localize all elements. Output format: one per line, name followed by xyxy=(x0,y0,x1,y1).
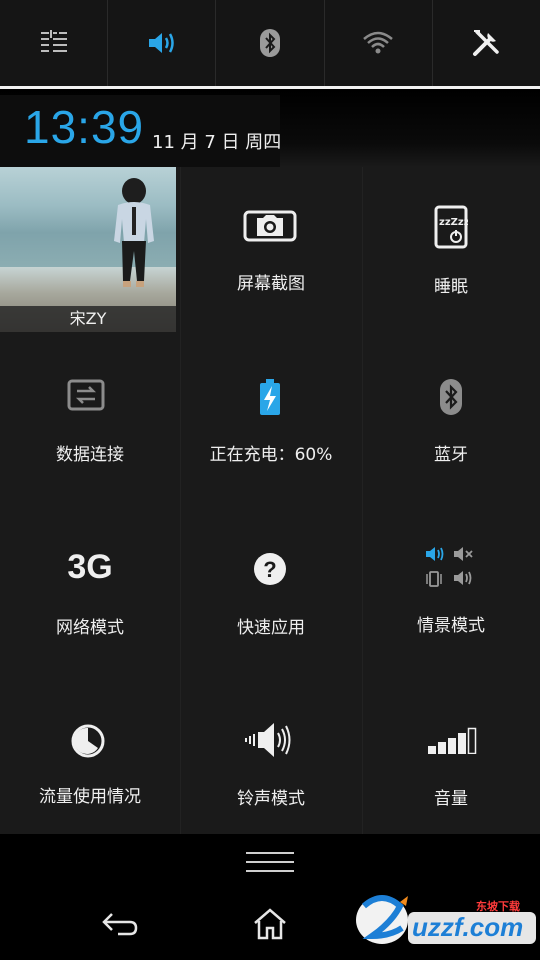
toggle-sound[interactable] xyxy=(108,0,217,86)
pie-chart-icon xyxy=(71,724,105,758)
drag-handle-icon xyxy=(246,852,294,872)
svg-text:?: ? xyxy=(263,557,276,582)
svg-text:zzZzz: zzZzz xyxy=(439,217,468,228)
tile-ringtone-mode-label: 铃声模式 xyxy=(237,789,305,809)
tile-data-connection[interactable]: 数据连接 xyxy=(0,332,180,502)
speaker-icon xyxy=(245,723,291,757)
tile-ringtone-mode[interactable]: 铃声模式 xyxy=(180,674,362,834)
tile-bluetooth[interactable]: 蓝牙 xyxy=(362,332,540,502)
tile-volume-label: 音量 xyxy=(434,789,468,809)
quick-toggle-bar xyxy=(0,0,540,86)
tile-screenshot-label: 屏幕截图 xyxy=(237,274,305,294)
profile-photo-person xyxy=(114,178,154,287)
home-button[interactable] xyxy=(210,888,330,960)
tile-data-connection-label: 数据连接 xyxy=(56,445,124,465)
sleep-phone-icon: zzZzz xyxy=(434,205,468,249)
tile-scene-mode[interactable]: 情景模式 xyxy=(362,502,540,674)
toggle-wifi[interactable] xyxy=(325,0,433,86)
tile-network-mode[interactable]: 3G 网络模式 xyxy=(0,502,180,674)
profile-tile[interactable]: 宋ZY xyxy=(0,167,176,332)
bluetooth-icon xyxy=(440,379,462,415)
tile-volume[interactable]: 音量 xyxy=(362,674,540,834)
scene-mode-icon xyxy=(426,547,473,587)
tile-network-mode-label: 网络模式 xyxy=(56,618,124,638)
help-circle-icon: ? xyxy=(254,553,286,585)
back-button[interactable] xyxy=(60,888,180,960)
tile-scene-mode-label: 情景模式 xyxy=(417,616,485,636)
toggle-settings-list[interactable] xyxy=(0,0,109,86)
tile-charging-label: 正在充电：60% xyxy=(209,445,333,465)
tile-bluetooth-label: 蓝牙 xyxy=(434,445,468,465)
tile-quick-apps[interactable]: ? 快速应用 xyxy=(180,502,362,674)
toggle-tools[interactable] xyxy=(433,0,540,86)
back-icon xyxy=(102,913,138,936)
watermark-logo: 东坡下载 uzzf.com xyxy=(352,892,540,950)
clock-time[interactable]: 13:39 xyxy=(24,100,144,154)
wifi-icon xyxy=(363,31,394,54)
panel-drag-handle[interactable] xyxy=(0,834,540,889)
tile-traffic-usage[interactable]: 流量使用情况 xyxy=(0,674,180,834)
home-icon xyxy=(254,908,286,940)
clock-date: 11 月 7 日 周四 xyxy=(152,132,282,153)
tile-sleep-label: 睡眠 xyxy=(434,277,468,297)
network-3g-icon: 3G xyxy=(67,548,113,586)
tile-sleep[interactable]: zzZzz 睡眠 xyxy=(362,167,540,332)
sound-icon xyxy=(148,33,174,53)
tools-icon xyxy=(473,30,500,56)
watermark-text: uzzf.com xyxy=(412,912,524,942)
tile-traffic-usage-label: 流量使用情况 xyxy=(39,787,141,807)
settings-list-icon xyxy=(40,30,67,52)
bluetooth-icon xyxy=(260,29,280,57)
battery-charging-icon xyxy=(260,379,280,415)
camera-icon xyxy=(243,210,297,242)
tile-quick-apps-label: 快速应用 xyxy=(237,618,305,638)
tile-charging[interactable]: 正在充电：60% xyxy=(180,332,362,502)
toggle-bluetooth[interactable] xyxy=(216,0,325,86)
volume-bars-icon xyxy=(428,727,477,754)
data-transfer-icon xyxy=(67,379,105,411)
tile-screenshot[interactable]: 屏幕截图 xyxy=(180,167,362,332)
profile-name: 宋ZY xyxy=(0,306,176,332)
